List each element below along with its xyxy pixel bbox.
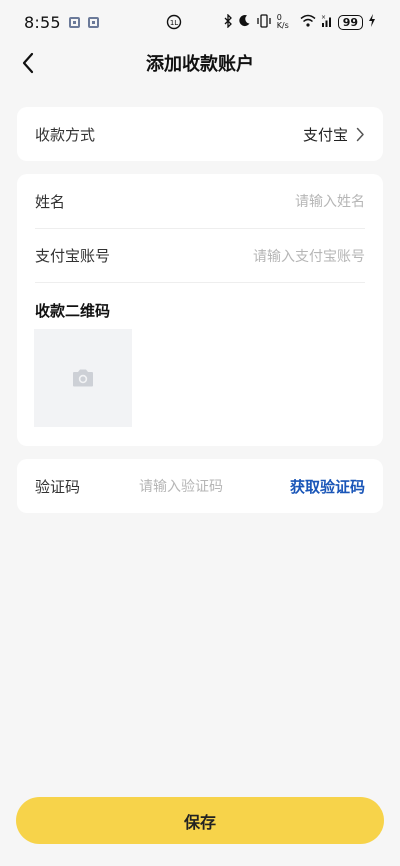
verification-card: 验证码 请输入验证码 获取验证码: [17, 459, 383, 513]
status-time: 8:55: [24, 12, 61, 32]
name-label: 姓名: [35, 192, 66, 211]
svg-text:×: ×: [321, 14, 326, 21]
account-label: 支付宝账号: [35, 247, 111, 265]
back-button[interactable]: [14, 48, 42, 78]
signal-icon: ×: [321, 14, 333, 30]
qr-code-label: 收款二维码: [35, 302, 111, 320]
name-row[interactable]: 姓名 请输入姓名: [17, 174, 383, 228]
battery-icon: 99: [337, 14, 363, 30]
payment-method-value-group: 支付宝: [303, 124, 365, 145]
chevron-right-icon: [356, 127, 364, 141]
qr-upload-button[interactable]: [34, 329, 132, 427]
divider: [35, 282, 365, 283]
payment-method-label: 收款方式: [35, 125, 96, 144]
status-bar: 8:55 1L 0 K/s × 99: [0, 0, 400, 44]
moon-icon: [238, 14, 251, 30]
verification-input[interactable]: 请输入验证码: [139, 476, 290, 496]
account-input[interactable]: 请输入支付宝账号: [253, 246, 365, 266]
chevron-left-icon: [22, 52, 34, 74]
app-notification-icon-2: [87, 16, 99, 28]
verification-row: 验证码 请输入验证码 获取验证码: [17, 459, 383, 513]
payment-method-card[interactable]: 收款方式 支付宝: [17, 107, 383, 161]
page-title: 添加收款账户: [146, 54, 254, 75]
get-code-button[interactable]: 获取验证码: [290, 476, 365, 497]
payment-method-row[interactable]: 收款方式 支付宝: [17, 107, 383, 161]
save-button[interactable]: 保存: [16, 797, 384, 844]
vibrate-icon: [256, 13, 272, 31]
status-left: 8:55: [24, 13, 99, 32]
network-speed: 0 K/s: [276, 13, 289, 30]
account-row[interactable]: 支付宝账号 请输入支付宝账号: [17, 229, 383, 282]
nav-bar: 添加收款账户: [0, 44, 400, 82]
account-info-card: 姓名 请输入姓名 支付宝账号 请输入支付宝账号 收款二维码: [17, 174, 383, 446]
wifi-icon: [300, 14, 316, 30]
bluetooth-icon: [223, 12, 233, 31]
charging-icon: [368, 14, 376, 30]
app-notification-icon: [68, 16, 80, 28]
status-right: 0 K/s × 99: [223, 12, 376, 31]
name-input[interactable]: 请输入姓名: [295, 191, 365, 211]
hd-icon: 1L: [166, 14, 182, 34]
verification-label: 验证码: [35, 477, 81, 496]
camera-icon: [73, 369, 93, 387]
payment-method-value: 支付宝: [302, 125, 348, 144]
svg-text:1L: 1L: [170, 19, 178, 27]
